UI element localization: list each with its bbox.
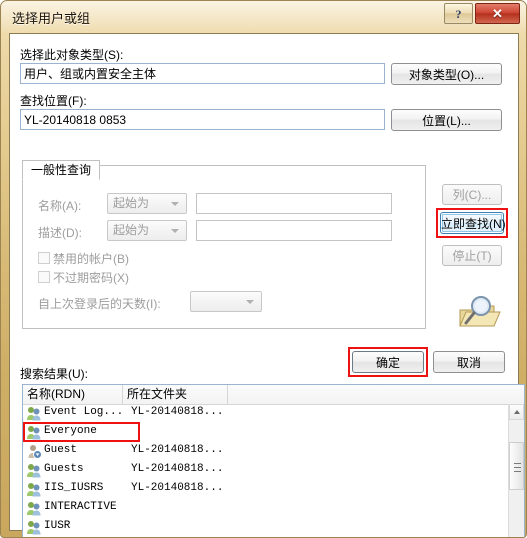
object-types-button[interactable]: 对象类型(O)... — [391, 63, 502, 85]
disabled-accounts-label: 禁用的帐户(B) — [53, 252, 129, 266]
non-expiring-password-label: 不过期密码(X) — [53, 271, 129, 285]
name-condition-value: 起始为 — [113, 196, 150, 210]
result-row[interactable]: IUSR — [23, 518, 508, 537]
group-icon — [26, 425, 42, 440]
description-input[interactable] — [196, 220, 392, 241]
name-label: 名称(A): — [38, 199, 82, 213]
window-title: 选择用户或组 — [12, 11, 91, 26]
dialog-client-area: 选择此对象类型(S): 对象类型(O)... 查找位置(F): 位置(L)...… — [9, 33, 525, 537]
result-row-folder: YL-20140818... — [131, 406, 224, 418]
column-header-name[interactable]: 名称(RDN) — [23, 385, 123, 404]
location-input[interactable] — [20, 109, 385, 130]
locations-button[interactable]: 位置(L)... — [391, 109, 502, 131]
group-icon — [26, 520, 42, 535]
checkbox-box — [38, 271, 50, 283]
result-row-name: Guests — [44, 463, 84, 475]
chevron-down-icon — [171, 202, 179, 206]
result-row-name: IUSR — [44, 520, 71, 532]
cancel-button[interactable]: 取消 — [433, 351, 505, 373]
scrollbar-thumb[interactable] — [509, 442, 524, 490]
location-label: 查找位置(F): — [20, 94, 87, 108]
result-row[interactable]: Event Log... YL-20140818... — [23, 404, 508, 423]
result-row-name: IIS_IUSRS — [44, 482, 104, 494]
tab-common-queries[interactable]: 一般性查询 — [22, 160, 100, 180]
question-mark-icon: ? — [455, 7, 462, 21]
result-row[interactable]: Guest YL-20140818... — [23, 442, 508, 461]
help-button[interactable]: ? — [444, 3, 473, 24]
search-results-label: 搜索结果(U): — [20, 367, 88, 381]
description-condition-select[interactable]: 起始为 — [107, 220, 187, 241]
columns-button[interactable]: 列(C)... — [442, 184, 502, 205]
result-row[interactable]: INTERACTIVE — [23, 499, 508, 518]
days-since-logon-label: 自上次登录后的天数(I): — [38, 297, 161, 311]
name-condition-select[interactable]: 起始为 — [107, 193, 187, 214]
object-type-input[interactable] — [20, 63, 385, 84]
days-since-logon-select[interactable] — [190, 291, 262, 312]
close-icon: ✕ — [492, 6, 503, 21]
description-condition-value: 起始为 — [113, 223, 150, 237]
result-row-folder: YL-20140818... — [131, 482, 224, 494]
title-bar: 选择用户或组 ? ✕ — [1, 1, 526, 31]
result-row[interactable]: Everyone — [23, 423, 508, 442]
result-row-folder: YL-20140818... — [131, 444, 224, 456]
close-button[interactable]: ✕ — [475, 3, 520, 24]
object-type-label: 选择此对象类型(S): — [20, 48, 124, 62]
list-header: 名称(RDN) 所在文件夹 — [23, 385, 524, 405]
result-row-name: Guest — [44, 444, 78, 456]
result-row-folder: YL-20140818... — [131, 463, 224, 475]
group-icon — [26, 482, 42, 497]
column-header-folder[interactable]: 所在文件夹 — [123, 385, 228, 404]
group-icon — [26, 463, 42, 478]
list-rows: Event Log... YL-20140818... Everyone Guest Y… — [23, 404, 508, 537]
results-scrollbar[interactable] — [508, 404, 524, 537]
search-folder-icon — [459, 296, 501, 327]
result-row-name: Everyone — [44, 425, 97, 437]
find-now-button[interactable]: 立即查找(N) — [440, 212, 506, 234]
result-row[interactable]: Guests YL-20140818... — [23, 461, 508, 480]
search-results-list[interactable]: 名称(RDN) 所在文件夹 Event Log... YL-20140818...… — [22, 384, 525, 537]
scroll-up-button[interactable] — [509, 404, 524, 420]
chevron-down-icon — [171, 229, 179, 233]
select-users-or-groups-dialog: 选择用户或组 ? ✕ 选择此对象类型(S): 对象类型(O)... 查找位置(F… — [0, 0, 527, 538]
stop-button[interactable]: 停止(T) — [442, 245, 502, 266]
description-label: 描述(D): — [38, 226, 82, 240]
group-icon — [26, 501, 42, 516]
name-input[interactable] — [196, 193, 392, 214]
column-header-filler — [228, 385, 510, 404]
grip-icon — [514, 463, 521, 472]
ok-button[interactable]: 确定 — [352, 351, 424, 373]
chevron-down-icon — [246, 300, 254, 304]
triangle-up-icon — [514, 410, 520, 414]
user-disabled-icon — [26, 444, 42, 459]
group-icon — [26, 406, 42, 421]
result-row-name: INTERACTIVE — [44, 501, 117, 513]
checkbox-box — [38, 252, 50, 264]
result-row[interactable]: IIS_IUSRS YL-20140818... — [23, 480, 508, 499]
result-row-name: Event Log... — [44, 406, 124, 418]
